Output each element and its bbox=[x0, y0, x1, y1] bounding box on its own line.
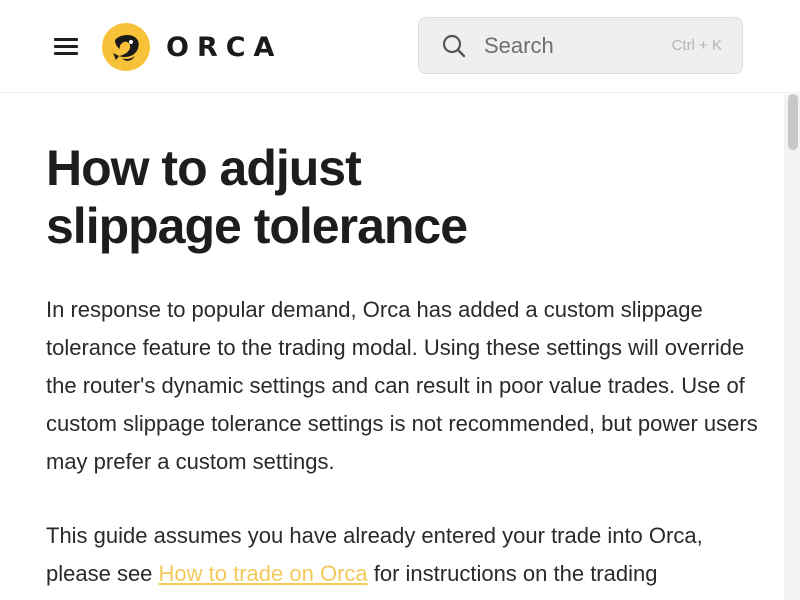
page-title-line: slippage tolerance bbox=[46, 198, 468, 254]
page-title: How to adjust slippage tolerance bbox=[46, 139, 758, 255]
orca-whale-logo-icon bbox=[102, 23, 150, 71]
paragraph-text: for instructions on the trading bbox=[367, 561, 658, 586]
top-header: ORCA Search Ctrl + K bbox=[0, 0, 800, 93]
scrollbar-thumb[interactable] bbox=[788, 94, 798, 150]
search-shortcut-hint: Ctrl + K bbox=[671, 37, 722, 54]
menu-bar bbox=[54, 52, 78, 55]
menu-bar bbox=[54, 38, 78, 41]
how-to-trade-link[interactable]: How to trade on Orca bbox=[159, 561, 368, 586]
scrollbar-track[interactable] bbox=[784, 94, 800, 600]
search-placeholder: Search bbox=[484, 32, 554, 58]
search-icon bbox=[442, 34, 466, 57]
logo-wordmark: ORCA bbox=[166, 31, 283, 63]
menu-bar bbox=[54, 45, 78, 48]
page-title-line: How to adjust bbox=[46, 140, 362, 196]
search-input[interactable]: Search Ctrl + K bbox=[418, 17, 743, 74]
orca-logo-link[interactable]: ORCA bbox=[102, 22, 282, 72]
guide-paragraph: This guide assumes you have already ente… bbox=[46, 517, 758, 593]
intro-paragraph: In response to popular demand, Orca has … bbox=[46, 297, 758, 474]
hamburger-menu-icon[interactable] bbox=[50, 31, 82, 63]
article-content: How to adjust slippage tolerance In resp… bbox=[46, 94, 758, 593]
